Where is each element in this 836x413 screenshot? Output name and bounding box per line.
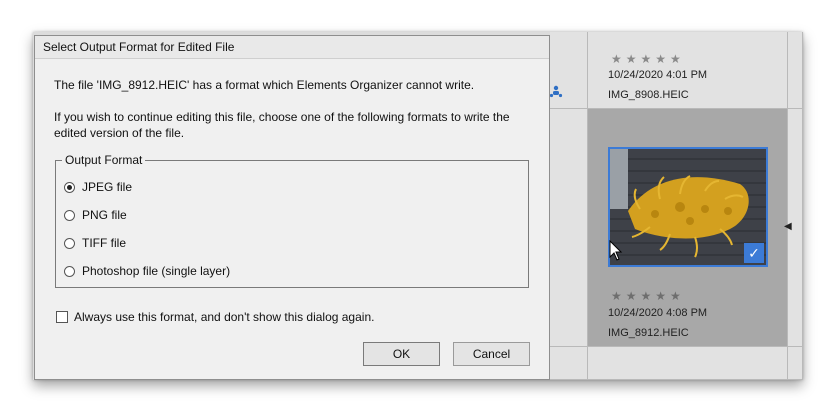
remember-format-label: Always use this format, and don't show t… xyxy=(74,310,375,324)
remember-format-checkbox[interactable] xyxy=(56,311,68,323)
cancel-button[interactable]: Cancel xyxy=(453,342,530,366)
remember-format-option[interactable]: Always use this format, and don't show t… xyxy=(56,310,374,324)
option-png[interactable]: PNG file xyxy=(64,207,127,223)
grid-cell xyxy=(788,32,803,109)
option-label: PNG file xyxy=(82,208,127,222)
photo-image xyxy=(610,149,766,265)
option-jpeg[interactable]: JPEG file xyxy=(64,179,132,195)
item-filename: IMG_8908.HEIC xyxy=(608,89,689,101)
mouse-cursor-icon xyxy=(609,240,623,261)
option-tiff[interactable]: TIFF file xyxy=(64,235,126,251)
item-date: 10/24/2020 4:01 PM xyxy=(608,69,708,81)
grid-cell xyxy=(588,347,788,380)
option-photoshop[interactable]: Photoshop file (single layer) xyxy=(64,263,230,279)
dialog-message-cannot-write: The file 'IMG_8912.HEIC' has a format wh… xyxy=(54,78,475,92)
grid-cell-item-1[interactable]: ★★★★★ 10/24/2020 4:01 PM IMG_8908.HEIC xyxy=(588,32,788,109)
grid-cell xyxy=(788,347,803,380)
rating-stars[interactable]: ★★★★★ xyxy=(611,52,685,66)
people-icon[interactable] xyxy=(549,85,563,99)
grid-cell xyxy=(550,109,588,347)
screenshot-frame: ★★★★★ 10/24/2020 4:01 PM IMG_8908.HEIC ★… xyxy=(33,32,803,380)
option-label: JPEG file xyxy=(82,180,133,194)
dialog-message-instructions: If you wish to continue editing this fil… xyxy=(54,110,510,140)
checkmark-icon[interactable]: ✓ xyxy=(744,243,764,263)
radio-png[interactable] xyxy=(64,209,75,221)
radio-tiff[interactable] xyxy=(64,237,75,249)
chevron-left-icon[interactable]: ◀ xyxy=(784,221,792,232)
item-filename: IMG_8912.HEIC xyxy=(608,327,689,339)
output-format-label: Output Format xyxy=(62,153,146,167)
item-date: 10/24/2020 4:08 PM xyxy=(608,307,708,319)
rating-stars[interactable]: ★★★★★ xyxy=(611,289,685,303)
grid-cell xyxy=(550,347,588,380)
dialog-title: Select Output Format for Edited File xyxy=(43,40,235,54)
ok-button[interactable]: OK xyxy=(363,342,440,366)
radio-photoshop[interactable] xyxy=(64,265,75,277)
dialog-titlebar[interactable]: Select Output Format for Edited File xyxy=(35,36,549,59)
photo-thumbnail[interactable]: ✓ xyxy=(608,147,768,267)
option-label: TIFF file xyxy=(82,236,126,250)
output-format-dialog: Select Output Format for Edited File The… xyxy=(34,35,550,380)
option-label: Photoshop file (single layer) xyxy=(82,264,231,278)
radio-jpeg[interactable] xyxy=(64,181,75,193)
output-format-group: Output Format JPEG file PNG file TIFF fi… xyxy=(55,153,529,288)
